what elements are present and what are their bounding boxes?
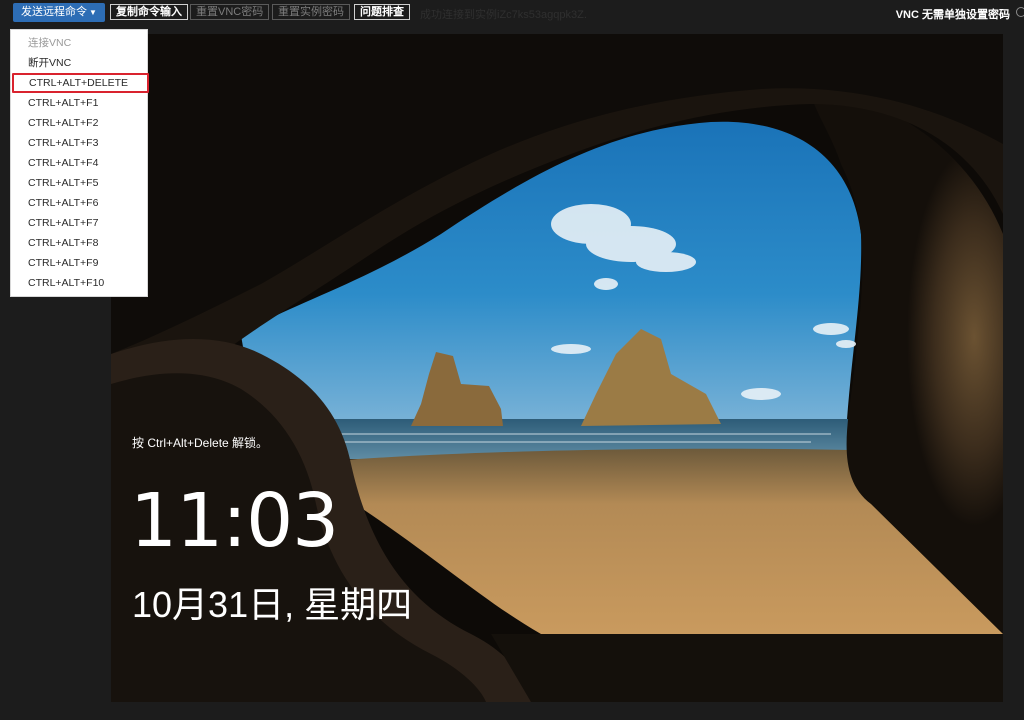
vnc-toolbar: 发送远程命令 ▼ 复制命令输入 重置VNC密码 重置实例密码 问题排查 成功连接到… — [0, 0, 1024, 24]
menu-item-ctrl-alt-f3[interactable]: CTRL+ALT+F3 — [11, 133, 147, 153]
menu-item-disconnect-vnc[interactable]: 断开VNC — [11, 53, 147, 73]
lockscreen-clock: 11:03 — [130, 478, 339, 564]
lockscreen-date: 10月31日, 星期四 — [132, 584, 413, 625]
menu-item-ctrl-alt-f6[interactable]: CTRL+ALT+F6 — [11, 193, 147, 213]
send-remote-command-label: 发送远程命令 — [21, 6, 87, 18]
circle-icon — [1016, 7, 1024, 17]
send-remote-command-button[interactable]: 发送远程命令 ▼ — [13, 3, 105, 22]
copy-command-input-button[interactable]: 复制命令输入 — [110, 4, 188, 20]
caret-down-icon: ▼ — [89, 8, 97, 17]
menu-item-ctrl-alt-f2[interactable]: CTRL+ALT+F2 — [11, 113, 147, 133]
menu-item-ctrl-alt-f1[interactable]: CTRL+ALT+F1 — [11, 93, 147, 113]
vnc-no-password-link[interactable]: VNC 无需单独设置密码 — [896, 6, 1010, 22]
connection-status-text: 成功连接到实例iZc7ks53agqpk3Z. — [420, 9, 587, 21]
menu-item-connect-vnc: 连接VNC — [28, 37, 72, 49]
menu-item-ctrl-alt-f9[interactable]: CTRL+ALT+F9 — [11, 253, 147, 273]
reset-instance-password-button[interactable]: 重置实例密码 — [272, 4, 350, 20]
remote-desktop-screen[interactable]: 按 Ctrl+Alt+Delete 解锁。 11:03 10月31日, 星期四 — [111, 34, 1003, 702]
reset-vnc-password-button[interactable]: 重置VNC密码 — [190, 4, 270, 20]
troubleshoot-button[interactable]: 问题排查 — [354, 4, 410, 20]
remote-command-dropdown: 连接VNC 断开VNC CTRL+ALT+DELETE CTRL+ALT+F1 … — [10, 29, 149, 297]
menu-item-ctrl-alt-f4[interactable]: CTRL+ALT+F4 — [11, 153, 147, 173]
menu-item-ctrl-alt-f5[interactable]: CTRL+ALT+F5 — [11, 173, 147, 193]
unlock-hint: 按 Ctrl+Alt+Delete 解锁。 — [132, 436, 269, 450]
menu-item-ctrl-alt-f7[interactable]: CTRL+ALT+F7 — [11, 213, 147, 233]
menu-item-ctrl-alt-delete[interactable]: CTRL+ALT+DELETE — [12, 73, 149, 93]
menu-item-ctrl-alt-f10[interactable]: CTRL+ALT+F10 — [11, 273, 147, 293]
menu-item-ctrl-alt-f8[interactable]: CTRL+ALT+F8 — [11, 233, 147, 253]
